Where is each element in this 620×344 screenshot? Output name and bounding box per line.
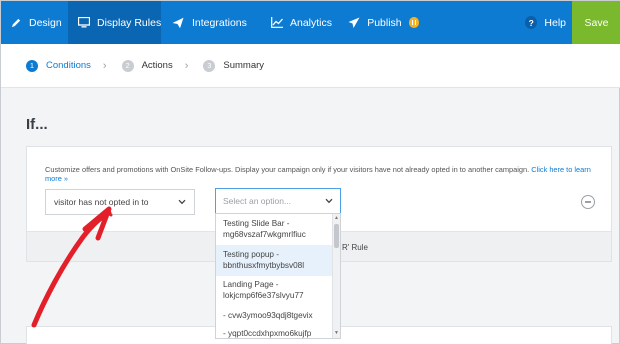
scroll-up-icon[interactable]: ▲ [333,215,340,221]
nav-display-rules[interactable]: Display Rules [68,1,161,44]
campaign-options-list[interactable]: Testing Slide Bar - mg68vszaf7wkgmrlfiuc… [215,213,341,339]
condition-value: visitor has not opted in to [54,197,149,207]
chevron-down-icon [178,198,186,207]
option-title: Landing Page - [223,280,279,289]
step-label: Conditions [46,60,91,71]
chevron-down-icon [325,197,333,206]
scroll-down-icon[interactable]: ▼ [333,330,340,336]
step-number: 2 [121,59,134,72]
step-bar: 1 Conditions › 2 Actions › 3 Summary [1,44,620,88]
step-actions[interactable]: 2 Actions [121,59,173,72]
scrollbar-thumb[interactable] [334,224,339,248]
step-label: Actions [141,60,173,71]
scrollbar[interactable]: ▲ ▼ [332,214,340,338]
nav-display-rules-label: Display Rules [97,16,162,29]
monitor-icon [78,16,90,30]
option-title: Testing popup - [223,250,279,259]
paper-plane-icon [171,16,185,30]
help-link[interactable]: ? Help [519,1,572,44]
option-id: mg68vszaf7wkgmrlfiuc [223,229,306,239]
nav-publish-label: Publish [367,16,402,29]
pause-icon [408,17,419,28]
pencil-icon [11,16,22,30]
send-icon [347,16,360,30]
chevron-right-icon: › [102,59,107,72]
nav-design[interactable]: Design [1,1,68,44]
step-conditions[interactable]: 1 Conditions [26,59,91,72]
line-chart-icon [271,16,283,30]
campaign-select-placeholder: Select an option... [223,196,292,206]
condition-select[interactable]: visitor has not opted in to [45,189,195,215]
option-title: - yqpt0ccdxhpxmo6kujfp [223,329,312,338]
help-label: Help [544,16,566,29]
nav-analytics-label: Analytics [290,16,333,29]
step-number: 1 [26,59,38,72]
dropdown-option[interactable]: - yqpt0ccdxhpxmo6kujfp [216,329,333,338]
nav-integrations[interactable]: Integrations [161,1,261,44]
step-summary[interactable]: 3 Summary [203,59,265,72]
nav-publish[interactable]: Publish [337,1,429,44]
rule-description: Customize offers and promotions with OnS… [45,165,595,183]
dropdown-option[interactable]: Testing popup - bbnthusxfmytbybsv08l [216,245,333,276]
nav-integrations-label: Integrations [192,16,247,29]
campaign-select[interactable]: Select an option... [215,188,341,214]
top-nav: Design Display Rules Integrations Analyt… [1,1,620,44]
dropdown-option[interactable]: Testing Slide Bar - mg68vszaf7wkgmrlfiuc [216,219,333,240]
question-icon: ? [525,16,538,29]
remove-rule-button[interactable] [581,195,595,209]
or-rule-label: R' Rule [342,243,368,252]
step-label: Summary [223,60,265,71]
dropdown-option[interactable]: - cvw3ymoo93qdj8tgevix [216,311,333,322]
option-title: Testing Slide Bar - [223,219,290,228]
dropdown-option[interactable]: Landing Page - lokjcmp6f6e37slvyu77 [216,280,333,301]
page-title: If... [26,116,48,133]
nav-design-label: Design [29,16,62,29]
save-button[interactable]: Save [572,1,620,44]
minus-icon [585,201,591,203]
option-title: - cvw3ymoo93qdj8tgevix [223,311,313,320]
option-id: lokjcmp6f6e37slvyu77 [223,290,304,300]
app-window: Design Display Rules Integrations Analyt… [0,0,620,344]
nav-analytics[interactable]: Analytics [261,1,337,44]
option-id: bbnthusxfmytbybsv08l [223,260,305,270]
step-number: 3 [203,59,216,72]
description-text: Customize offers and promotions with OnS… [45,165,532,174]
chevron-right-icon: › [184,59,189,72]
